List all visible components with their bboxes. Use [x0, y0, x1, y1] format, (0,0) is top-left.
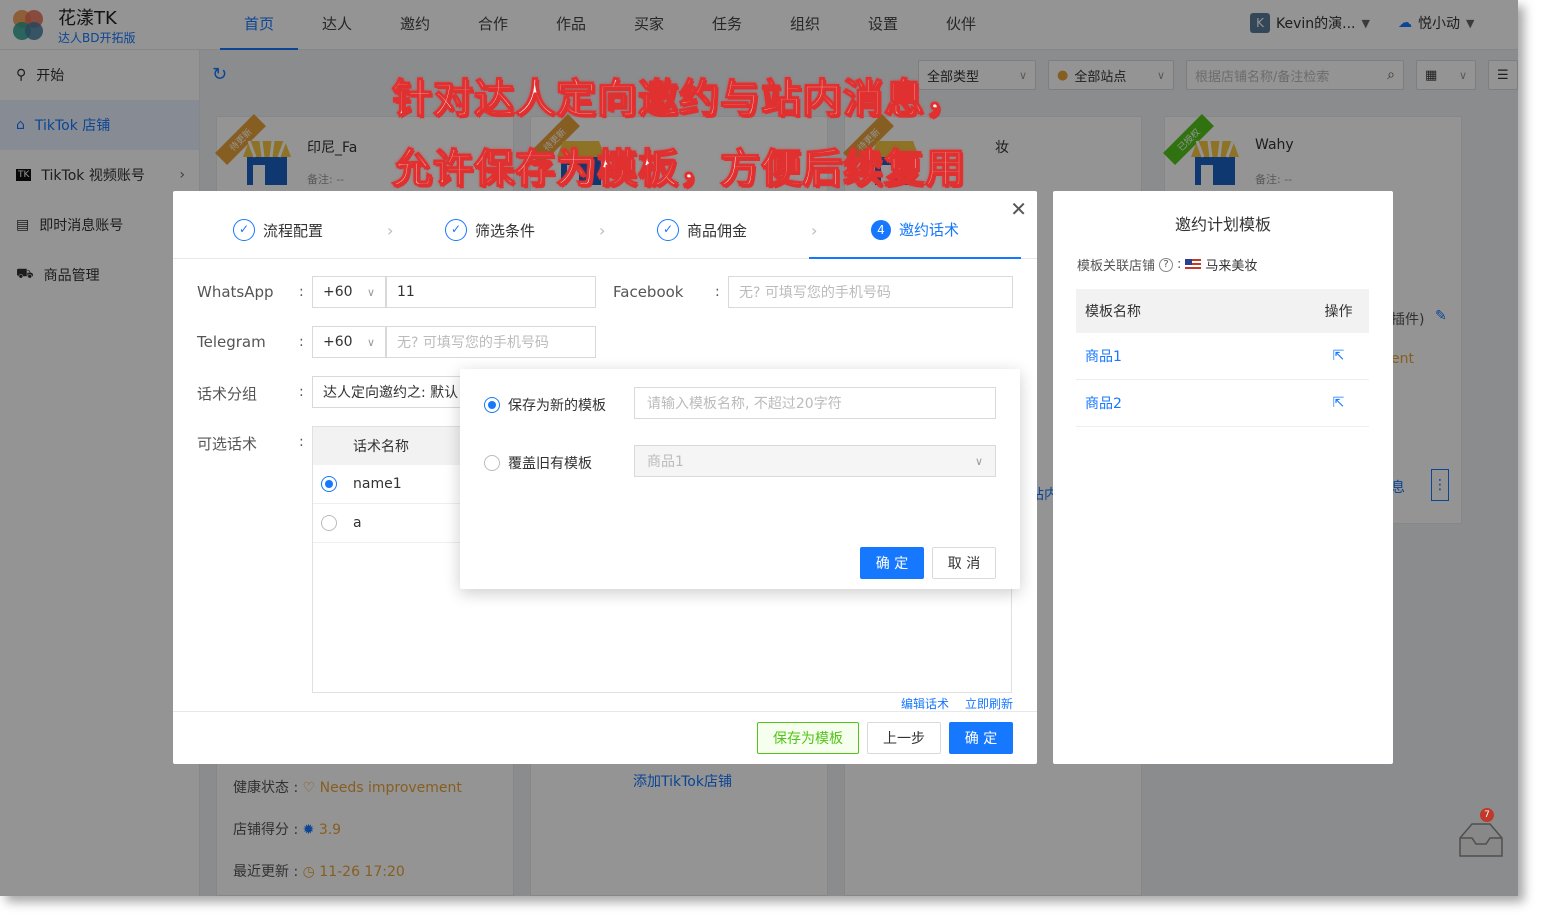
- option-save-new[interactable]: 保存为新的模板: [484, 395, 606, 415]
- caption-line-2: 允许保存为模板，方便后续复用: [391, 145, 966, 193]
- step-commission[interactable]: ✓ 商品佣金: [657, 219, 747, 241]
- option-label: 覆盖旧有模板: [508, 456, 592, 472]
- help-icon[interactable]: ?: [1159, 257, 1174, 272]
- option-overwrite[interactable]: 覆盖旧有模板: [484, 453, 592, 473]
- step-label: 商品佣金: [687, 221, 748, 240]
- template-panel-title: 邀约计划模板: [1174, 215, 1271, 234]
- selected-template: 商品1: [647, 454, 684, 470]
- template-shop-label: 模板关联店铺: [1077, 259, 1156, 274]
- template-shop-row: 模板关联店铺 ? : 马来美妆: [1077, 255, 1257, 274]
- template-name-input[interactable]: 请输入模板名称, 不超过20字符: [634, 387, 996, 419]
- col-action-header: 操作: [1324, 304, 1353, 320]
- external-link-icon[interactable]: ⇱: [1308, 348, 1369, 364]
- colon: :: [299, 284, 304, 300]
- template-shop-value: 马来美妆: [1205, 259, 1258, 274]
- us-flag-icon: [1185, 259, 1202, 270]
- chevron-down-icon: ∨: [366, 285, 375, 299]
- script-name: a: [353, 515, 362, 531]
- step-invite-script[interactable]: 4 邀约话术: [871, 219, 959, 240]
- notification-badge: 7: [1480, 808, 1494, 822]
- confirm-button[interactable]: 确 定: [949, 722, 1013, 754]
- prev-step-button[interactable]: 上一步: [867, 722, 941, 754]
- facebook-input[interactable]: 无? 可填写您的手机号码: [728, 276, 1013, 308]
- existing-template-select[interactable]: 商品1 ∨: [634, 445, 996, 477]
- template-table: 模板名称 操作 商品1 ⇱ 商品2 ⇱: [1076, 289, 1369, 427]
- whatsapp-country-code[interactable]: +60 ∨: [312, 276, 386, 308]
- step-label: 邀约话术: [899, 221, 960, 239]
- colon: :: [299, 434, 304, 450]
- refresh-link[interactable]: 立即刷新: [965, 695, 1013, 712]
- option-label: 保存为新的模板: [508, 398, 606, 414]
- table-row: 商品2 ⇱: [1076, 380, 1369, 427]
- external-link-icon[interactable]: ⇱: [1308, 395, 1369, 411]
- template-panel: 邀约计划模板 模板关联店铺 ? : 马来美妆 模板名称 操作 商品1 ⇱ 商品2…: [1053, 191, 1393, 764]
- active-step-indicator: [809, 257, 1021, 259]
- colon: :: [1177, 257, 1182, 272]
- whatsapp-code-value: +60: [323, 284, 353, 300]
- template-name-link[interactable]: 商品1: [1076, 346, 1308, 366]
- app-window: 花漾TK 达人BD开拓版 首页 达人 邀约 合作 作品 买家 任务 组织 设置 …: [0, 0, 1518, 896]
- modal-cancel-button[interactable]: 取 消: [932, 547, 996, 579]
- telegram-code-value: +60: [323, 334, 353, 350]
- chevron-down-icon: ∨: [974, 454, 983, 468]
- divider: [173, 711, 1037, 712]
- telegram-label: Telegram: [197, 333, 266, 351]
- check-icon: ✓: [657, 219, 679, 241]
- step-flow-config[interactable]: ✓ 流程配置: [233, 219, 323, 241]
- telegram-country-code[interactable]: +60 ∨: [312, 326, 386, 358]
- table-row: 商品1 ⇱: [1076, 333, 1369, 380]
- chevron-right-icon: ›: [599, 221, 606, 240]
- facebook-label: Facebook: [613, 283, 684, 301]
- modal-confirm-button[interactable]: 确 定: [860, 547, 924, 579]
- table-header: 模板名称 操作: [1076, 289, 1369, 333]
- colon: :: [715, 284, 720, 300]
- check-icon: ✓: [445, 219, 467, 241]
- colon: :: [299, 384, 304, 400]
- radio-unselected[interactable]: [484, 455, 500, 471]
- step-label: 流程配置: [263, 221, 324, 240]
- edit-script-link[interactable]: 编辑话术: [901, 695, 949, 712]
- save-template-modal: 保存为新的模板 请输入模板名称, 不超过20字符 覆盖旧有模板 商品1 ∨ 确 …: [460, 369, 1020, 589]
- script-group-select[interactable]: 达人定向邀约之: 默认: [312, 376, 472, 408]
- options-label: 可选话术: [197, 435, 258, 453]
- colon: :: [299, 334, 304, 350]
- script-name: name1: [353, 476, 402, 492]
- radio-unselected[interactable]: [321, 515, 337, 531]
- col-name-header: 模板名称: [1085, 304, 1141, 320]
- whatsapp-label: WhatsApp: [197, 283, 274, 301]
- template-name-link[interactable]: 商品2: [1076, 393, 1308, 413]
- step-label: 筛选条件: [475, 221, 536, 240]
- wizard-steps: ✓ 流程配置 › ✓ 筛选条件 › ✓ 商品佣金 › 4 邀约话术: [173, 207, 1037, 259]
- save-as-template-button[interactable]: 保存为模板: [757, 722, 859, 754]
- telegram-input[interactable]: 无? 可填写您的手机号码: [386, 326, 596, 358]
- script-group-label: 话术分组: [197, 385, 258, 403]
- step-filter[interactable]: ✓ 筛选条件: [445, 219, 535, 241]
- radio-selected[interactable]: [321, 476, 337, 492]
- chevron-right-icon: ›: [387, 221, 394, 240]
- caption-line-1: 针对达人定向邀约与站内消息，: [391, 75, 966, 123]
- radio-selected[interactable]: [484, 397, 500, 413]
- check-icon: ✓: [233, 219, 255, 241]
- chevron-down-icon: ∨: [366, 335, 375, 349]
- whatsapp-input[interactable]: 11: [386, 276, 596, 308]
- chevron-right-icon: ›: [811, 221, 818, 240]
- step-number: 4: [871, 219, 891, 240]
